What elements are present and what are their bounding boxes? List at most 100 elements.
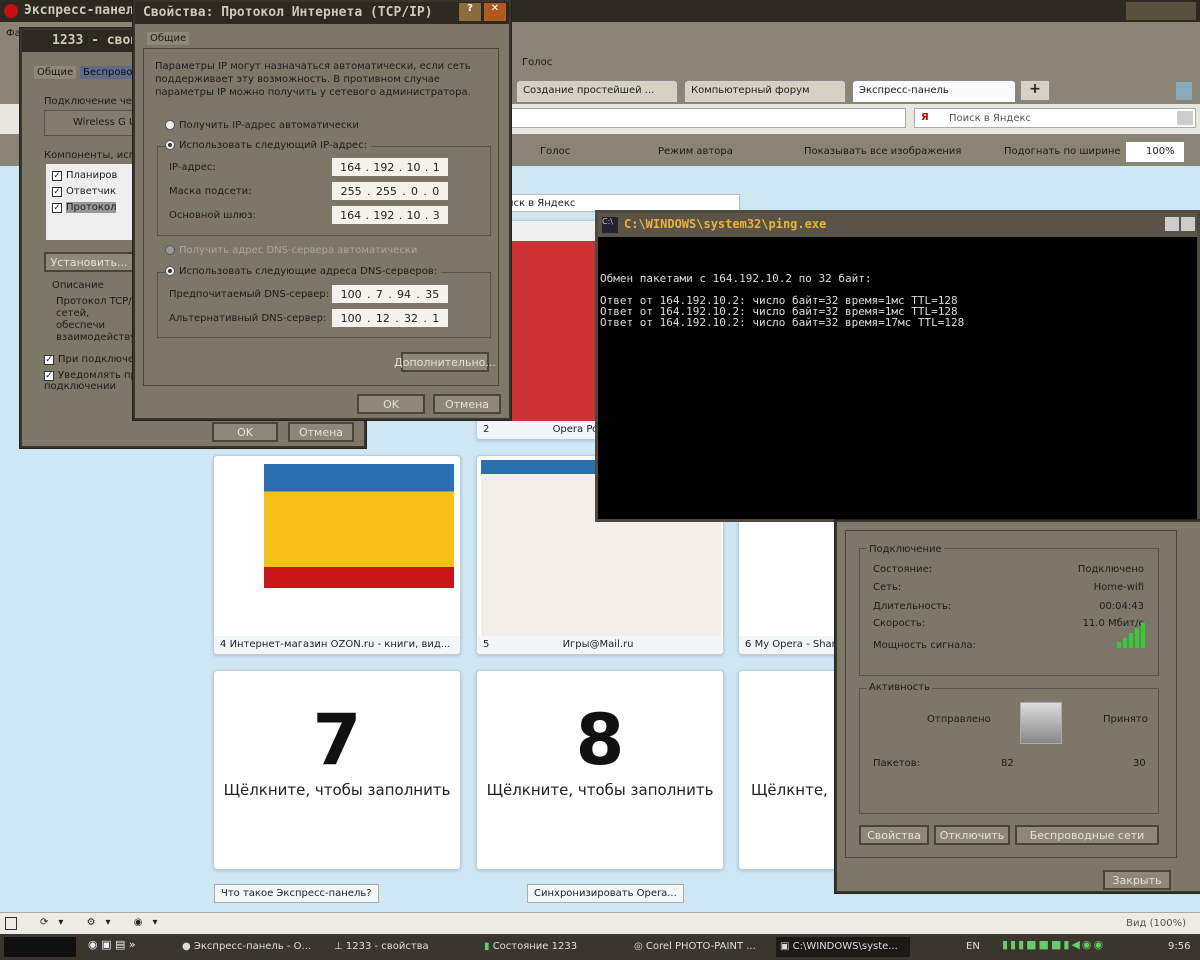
preferred-dns-field[interactable]: 100. 7. 94. 35 xyxy=(332,285,448,303)
sent-label: Отправлено xyxy=(927,714,991,725)
description-title: Описание xyxy=(52,280,104,291)
fit-width-button[interactable]: Подогнать по ширине xyxy=(1004,146,1121,157)
taskbar-item-cmd[interactable]: ▣ C:\WINDOWS\syste... xyxy=(776,937,910,957)
tab-general[interactable]: Общие xyxy=(147,32,190,45)
opera-logo-icon xyxy=(4,4,18,18)
voice-button[interactable]: Голос xyxy=(540,146,570,157)
ok-button[interactable]: OK xyxy=(212,422,278,442)
install-button[interactable]: Установить... xyxy=(44,252,134,272)
dns1-label: Предпочитаемый DNS-сервер: xyxy=(169,289,330,300)
minimize-button[interactable] xyxy=(1165,217,1179,231)
tab-3[interactable]: Экспресс-панель xyxy=(852,80,1016,102)
search-icon[interactable] xyxy=(1177,111,1193,125)
window-controls[interactable] xyxy=(1126,2,1196,20)
taskbar-item-corel[interactable]: ◎ Corel PHOTO-PAINT ... xyxy=(630,937,770,957)
console-title: C:\WINDOWS\system32\ping.exe xyxy=(624,217,827,231)
component-item[interactable]: ✓ Ответчик xyxy=(52,184,140,200)
tab-label: Создание простейшей ... xyxy=(523,85,655,96)
speed-dial-tile-7[interactable]: 7 Щёлкните, чтобы заполнить xyxy=(213,670,461,870)
view-zoom[interactable]: Вид (100%) xyxy=(1126,918,1186,929)
advanced-button[interactable]: Дополнительно... xyxy=(394,352,496,372)
speed-dial-tile-4[interactable]: 4 Интернет-магазин OZON.ru - книги, вид.… xyxy=(213,455,461,655)
tab-general[interactable]: Общие xyxy=(34,66,77,79)
speed-dial-tile-8[interactable]: 8 Щёлкните, чтобы заполнить xyxy=(476,670,724,870)
new-tab-button[interactable]: + xyxy=(1020,80,1050,101)
gateway-field[interactable]: 164. 192. 10. 3 xyxy=(332,206,448,224)
activity-group xyxy=(859,688,1159,814)
tab-1[interactable]: Создание простейшей ... xyxy=(516,80,678,102)
packets-received-value: 30 xyxy=(1133,758,1146,769)
help-button[interactable]: ? xyxy=(459,3,481,21)
connection-group-title: Подключение xyxy=(867,544,944,555)
tile-number: 2 xyxy=(483,424,490,435)
trash-icon[interactable] xyxy=(1176,82,1192,100)
speed-label: Скорость: xyxy=(873,618,926,629)
component-item[interactable]: ✓ Планиров xyxy=(52,168,140,184)
system-tray-icons[interactable]: ▮▮▮■■■▮◀◉◉ xyxy=(1002,938,1158,956)
manual-dns-radio[interactable]: Использовать следующие адреса DNS-сервер… xyxy=(165,266,442,277)
component-item[interactable]: ✓ Протокол xyxy=(52,200,140,216)
ok-button[interactable]: OK xyxy=(357,394,425,414)
browser-status-bar: ⟳▾ ⚙▾ ◉▾ Вид (100%) xyxy=(0,912,1200,934)
tile-label: Opera Po xyxy=(552,424,599,435)
state-value: Подключено xyxy=(1077,564,1144,575)
dialog-title: Свойства: Протокол Интернета (TCP/IP) xyxy=(135,2,509,24)
sync-opera-button[interactable]: Синхронизировать Opera... xyxy=(527,884,684,903)
auto-ip-radio[interactable]: Получить IP-адрес автоматически xyxy=(165,120,359,131)
show-icon-checkbox[interactable]: ✓ При подключен xyxy=(44,354,141,365)
disconnect-button[interactable]: Отключить xyxy=(934,825,1010,845)
properties-button[interactable]: Свойства xyxy=(859,825,929,845)
duration-value: 00:04:43 xyxy=(1099,601,1144,612)
taskbar-item-opera[interactable]: ● Экспресс-панель - О... xyxy=(178,937,311,957)
components-list[interactable]: ✓ Планиров ✓ Ответчик ✓ Протокол xyxy=(46,164,146,240)
adapter-name: Wireless G U xyxy=(73,117,137,128)
network-value: Home-wifi xyxy=(1093,582,1144,593)
author-mode-button[interactable]: Режим автора xyxy=(658,146,733,157)
ip-address-field[interactable]: 164. 192. 10. 1 xyxy=(332,158,448,176)
console-icon: C:\ xyxy=(602,217,618,233)
tile-label: My Opera - Share xyxy=(754,639,842,650)
search-field[interactable]: Я Поиск в Яндекс xyxy=(914,108,1196,128)
panel-toggle-icon[interactable] xyxy=(5,917,17,930)
tile-label: Интернет-магазин OZON.ru - книги, вид... xyxy=(229,639,451,650)
dns-group xyxy=(157,272,491,338)
quick-launch[interactable]: ◉ ▣ ▤ » xyxy=(88,938,148,956)
manual-ip-radio[interactable]: Использовать следующий IP-адрес: xyxy=(165,140,371,151)
tile-label: Щёлкните, чтобы заполнить xyxy=(486,781,714,799)
tab-2[interactable]: Компьютерный форум xyxy=(684,80,846,102)
network-computer-icon xyxy=(1020,702,1062,744)
connect-via-label: Подключение чере xyxy=(44,96,145,107)
show-images-button[interactable]: Показывать все изображения xyxy=(804,146,961,157)
cancel-button[interactable]: Отмена xyxy=(288,422,354,442)
tile-label: Игры@Mail.ru xyxy=(562,639,634,650)
taskbar-item-status[interactable]: ▮ Состояние 1233 xyxy=(480,937,620,957)
tile-label: Щёлкните, чтобы заполнить xyxy=(223,781,451,799)
start-button[interactable] xyxy=(4,937,76,957)
auto-dns-radio[interactable]: Получить адрес DNS-сервера автоматически xyxy=(165,245,417,256)
gateway-label: Основной шлюз: xyxy=(169,210,256,221)
cancel-button[interactable]: Отмена xyxy=(433,394,501,414)
wireless-networks-button[interactable]: Беспроводные сети xyxy=(1015,825,1159,845)
maximize-button[interactable] xyxy=(1181,217,1195,231)
close-button[interactable]: ✕ xyxy=(484,3,506,21)
tab-label: Экспресс-панель xyxy=(859,85,949,96)
adapter-box: Wireless G U xyxy=(44,110,144,136)
alternate-dns-field[interactable]: 100. 12. 32. 1 xyxy=(332,309,448,327)
search-placeholder: Поиск в Яндекс xyxy=(949,113,1032,124)
yandex-icon[interactable]: Я xyxy=(921,112,929,123)
close-button[interactable]: Закрыть xyxy=(1103,870,1171,890)
components-label: Компоненты, испо xyxy=(44,150,142,161)
voice-menu[interactable]: Голос xyxy=(522,57,552,68)
subnet-mask-field[interactable]: 255. 255. 0. 0 xyxy=(332,182,448,200)
status-icons[interactable]: ⟳▾ ⚙▾ ◉▾ xyxy=(40,917,168,928)
zoom-control[interactable]: 100% xyxy=(1126,142,1184,162)
menu-item-file[interactable]: Фа xyxy=(6,28,21,39)
signal-strength-icon xyxy=(1117,622,1147,648)
language-indicator[interactable]: EN xyxy=(962,937,984,957)
notify-checkbox[interactable]: ✓ Уведомлять пр подключении xyxy=(44,370,144,392)
what-is-speed-dial-button[interactable]: Что такое Экспресс-панель? xyxy=(214,884,379,903)
duration-label: Длительность: xyxy=(873,601,952,612)
taskbar-item-properties[interactable]: ⊥ 1233 - свойства xyxy=(330,937,460,957)
clock: 9:56 xyxy=(1168,941,1191,952)
console-line: Ответ от 164.192.10.2: число байт=32 вре… xyxy=(600,316,965,329)
